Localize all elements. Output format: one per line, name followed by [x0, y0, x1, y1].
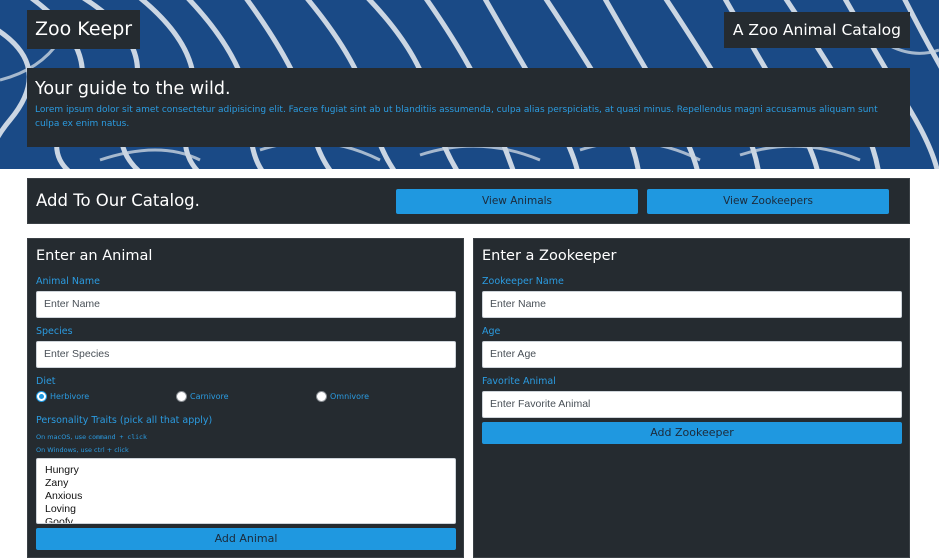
trait-option[interactable]: Zany	[45, 477, 455, 490]
traits-multiselect[interactable]: Hungry Zany Anxious Loving Goofy	[36, 458, 456, 524]
animal-name-label: Animal Name	[36, 276, 100, 287]
diet-option-label: Omnivore	[330, 392, 370, 401]
hint-macos: On macOS, use command + click	[36, 433, 147, 441]
hint-macos-keys: command + click	[88, 433, 147, 441]
add-animal-button[interactable]: Add Animal	[36, 528, 456, 550]
diet-option-label: Carnivore	[190, 392, 229, 401]
zookeeper-name-input[interactable]: Enter Name	[482, 291, 902, 318]
age-label: Age	[482, 326, 501, 337]
zookeeper-form: Enter a Zookeeper Zookeeper Name Enter N…	[473, 238, 910, 558]
hero-description: Lorem ipsum dolor sit amet consectetur a…	[35, 105, 878, 129]
site-tagline: A Zoo Animal Catalog	[723, 12, 910, 48]
diet-option-herbivore[interactable]: Herbivore	[36, 391, 89, 402]
catalog-bar: Add To Our Catalog. View Animals View Zo…	[27, 178, 910, 224]
radio-unchecked-icon[interactable]	[176, 391, 187, 402]
view-animals-button[interactable]: View Animals	[396, 189, 638, 214]
hero-banner: Zoo Keepr A Zoo Animal Catalog Your guid…	[0, 0, 939, 169]
radio-checked-icon[interactable]	[36, 391, 47, 402]
hero-jumbotron: Your guide to the wild. Lorem ipsum dolo…	[27, 68, 910, 147]
animal-name-input[interactable]: Enter Name	[36, 291, 456, 318]
favorite-animal-label: Favorite Animal	[482, 376, 556, 387]
animal-form: Enter an Animal Animal Name Enter Name S…	[27, 238, 464, 558]
trait-option[interactable]: Anxious	[45, 490, 455, 503]
view-zookeepers-button[interactable]: View Zookeepers	[647, 189, 889, 214]
hint-macos-prefix: On macOS, use	[36, 433, 87, 441]
catalog-bar-title: Add To Our Catalog.	[36, 191, 200, 210]
favorite-animal-input[interactable]: Enter Favorite Animal	[482, 391, 902, 418]
trait-option[interactable]: Hungry	[45, 464, 455, 477]
site-logo[interactable]: Zoo Keepr	[27, 10, 141, 49]
zookeeper-name-label: Zookeeper Name	[482, 276, 564, 287]
diet-option-carnivore[interactable]: Carnivore	[176, 391, 229, 402]
zookeeper-form-title: Enter a Zookeeper	[482, 248, 617, 264]
trait-option[interactable]: Loving	[45, 503, 455, 516]
species-label: Species	[36, 326, 73, 337]
hint-windows: On Windows, use ctrl + click	[36, 446, 129, 454]
diet-option-omnivore[interactable]: Omnivore	[316, 391, 369, 402]
age-input[interactable]: Enter Age	[482, 341, 902, 368]
diet-option-label: Herbivore	[50, 392, 90, 401]
traits-label: Personality Traits (pick all that apply)	[36, 415, 213, 426]
diet-label: Diet	[36, 376, 56, 387]
add-zookeeper-button[interactable]: Add Zookeeper	[482, 422, 902, 444]
trait-option[interactable]: Goofy	[45, 516, 455, 523]
hero-title: Your guide to the wild.	[35, 79, 231, 99]
animal-form-title: Enter an Animal	[36, 248, 153, 264]
radio-unchecked-icon[interactable]	[316, 391, 327, 402]
species-input[interactable]: Enter Species	[36, 341, 456, 368]
